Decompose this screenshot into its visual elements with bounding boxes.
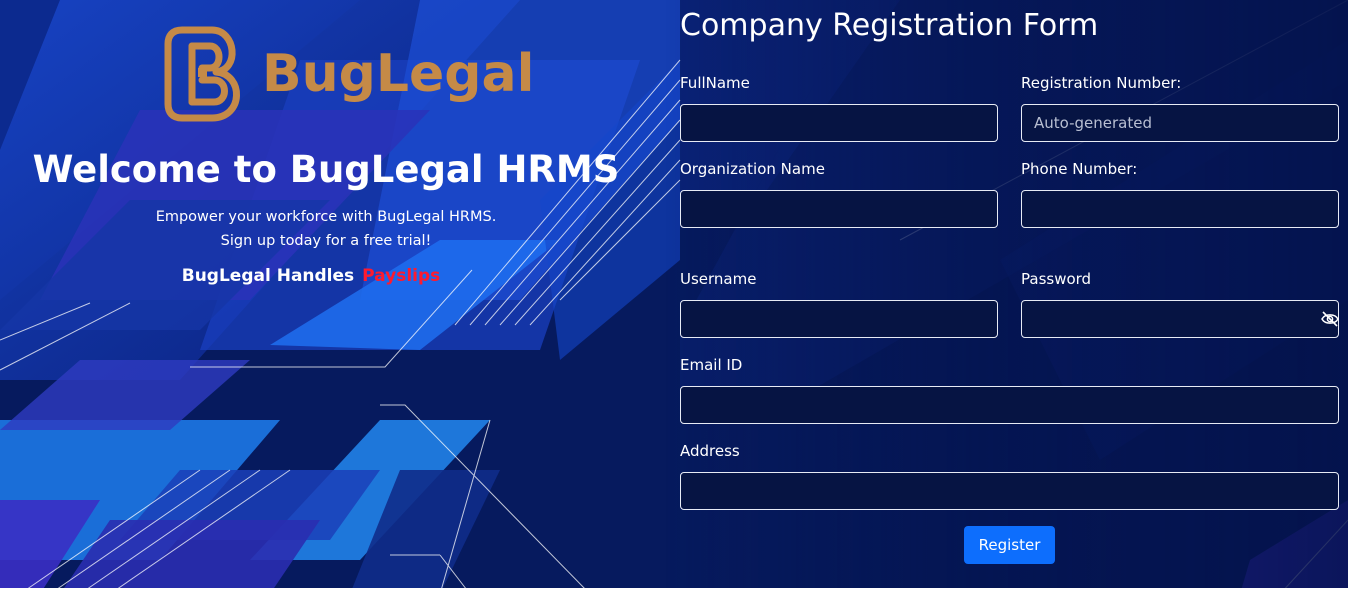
username-input[interactable] [680,300,998,338]
address-input[interactable] [680,472,1339,510]
form-title: Company Registration Form [680,8,1099,43]
handles-rotating-word: Payslips [362,266,441,286]
hero-handles: BugLegal Handles Payslips [0,266,622,286]
organization-name-input[interactable] [680,190,998,228]
bottom-strip [0,588,1348,594]
register-button[interactable]: Register [964,526,1055,564]
password-input[interactable] [1021,300,1339,338]
hero-subtitle-line2: Sign up today for a free trial! [220,233,432,249]
phone-number-label: Phone Number: [1021,160,1138,178]
fullname-input[interactable] [680,104,998,142]
registration-page: BugLegal Welcome to BugLegal HRMS Empowe… [0,0,1348,594]
username-label: Username [680,270,757,288]
phone-number-input[interactable] [1021,190,1339,228]
handles-prefix: BugLegal Handles [181,266,355,286]
password-label: Password [1021,270,1092,288]
hero-title: Welcome to BugLegal HRMS [32,148,620,191]
eye-slash-icon[interactable] [1320,310,1340,328]
hero-subtitle: Empower your workforce with BugLegal HRM… [0,205,652,253]
fullname-label: FullName [680,74,750,92]
organization-name-label: Organization Name [680,160,825,178]
hero-subtitle-line1: Empower your workforce with BugLegal HRM… [155,209,497,225]
email-label: Email ID [680,356,743,374]
registration-number-input[interactable] [1021,104,1339,142]
buglegal-logo-icon [164,26,240,122]
email-input[interactable] [680,386,1339,424]
address-label: Address [680,442,740,460]
registration-number-label: Registration Number: [1021,74,1182,92]
brand-logo: BugLegal [162,24,534,124]
brand-name: BugLegal [262,44,535,104]
